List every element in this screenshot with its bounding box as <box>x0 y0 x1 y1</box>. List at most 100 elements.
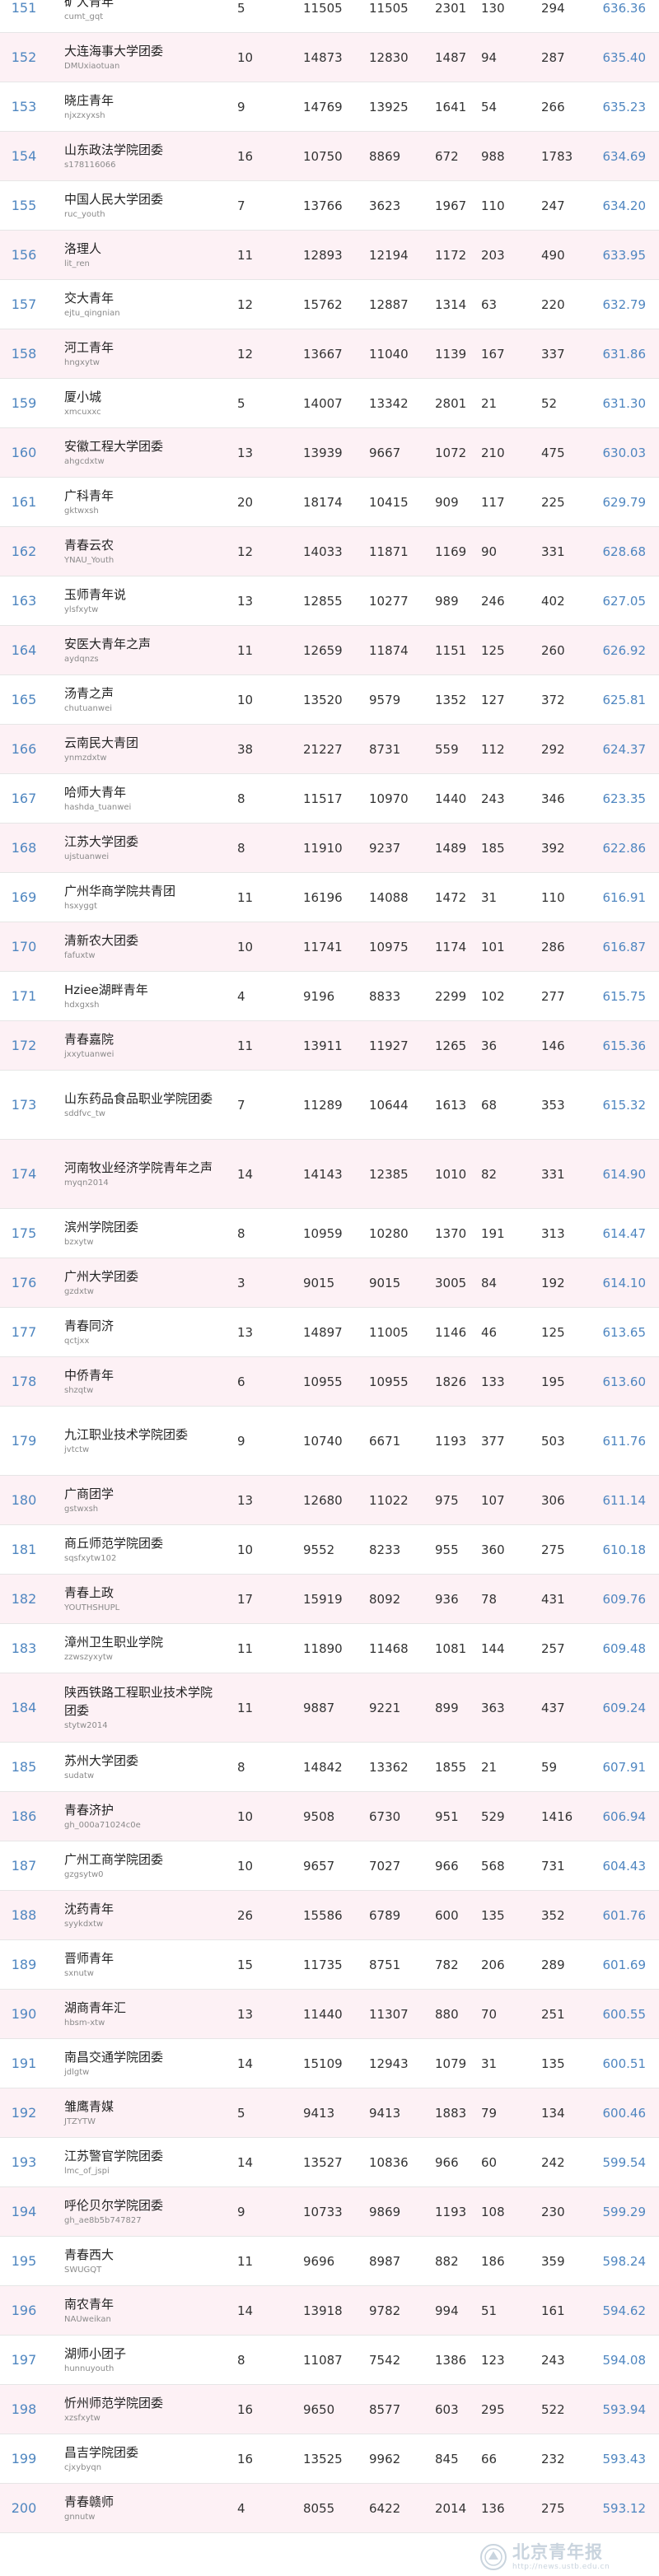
account-cell: 洛理人 lit_ren <box>64 231 213 279</box>
avg-reads-cell: 782 <box>435 1957 459 1972</box>
total-reads-cell: 21227 <box>303 741 343 757</box>
account-name: 交大青年 <box>64 291 115 306</box>
likes-cell: 108 <box>481 2204 505 2219</box>
top-reads-cell: 11505 <box>369 0 409 16</box>
posts-cell: 5 <box>237 395 245 411</box>
rank-cell: 167 <box>11 791 37 806</box>
rank-cell: 154 <box>11 148 37 164</box>
account-id: hashda_tuanwei <box>64 803 132 812</box>
watching-cell: 331 <box>541 544 565 559</box>
likes-cell: 125 <box>481 642 505 658</box>
account-id: hngxytw <box>64 358 100 367</box>
table-row: 167 哈师大青年 hashda_tuanwei 8 11517 10970 1440 243… <box>0 774 659 824</box>
posts-cell: 13 <box>237 1492 254 1508</box>
rank-cell: 163 <box>11 593 37 609</box>
table-row: 158 河工青年 hngxytw 12 13667 11040 1139 167 337 631.… <box>0 329 659 379</box>
rank-cell: 152 <box>11 49 37 65</box>
watching-cell: 359 <box>541 2253 565 2269</box>
total-reads-cell: 10955 <box>303 1374 343 1389</box>
score-cell: 609.48 <box>602 1640 647 1656</box>
avg-reads-cell: 880 <box>435 2006 459 2022</box>
rank-cell: 181 <box>11 1542 37 1557</box>
likes-cell: 185 <box>481 840 505 856</box>
avg-reads-cell: 559 <box>435 741 459 757</box>
account-id: SWUGQT <box>64 2266 102 2275</box>
watching-cell: 352 <box>541 1907 565 1923</box>
top-reads-cell: 8833 <box>369 988 401 1004</box>
score-cell: 614.47 <box>602 1225 647 1241</box>
score-cell: 609.24 <box>602 1700 647 1715</box>
likes-cell: 36 <box>481 1038 498 1053</box>
score-cell: 610.18 <box>602 1542 647 1557</box>
watching-cell: 266 <box>541 99 565 114</box>
top-reads-cell: 11307 <box>369 2006 409 2022</box>
top-reads-cell: 9782 <box>369 2303 401 2318</box>
posts-cell: 10 <box>237 49 254 65</box>
account-name: 青春云农 <box>64 538 115 553</box>
watching-cell: 230 <box>541 2204 565 2219</box>
posts-cell: 16 <box>237 2451 254 2466</box>
account-cell: 清新农大团委 fafuxtw <box>64 922 213 971</box>
posts-cell: 5 <box>237 0 245 16</box>
top-reads-cell: 10970 <box>369 791 409 806</box>
table-row: 184 陕西铁路工程职业技术学院团委 stytw2014 11 9887 9221 899 3… <box>0 1673 659 1743</box>
score-cell: 635.23 <box>602 99 647 114</box>
watching-cell: 232 <box>541 2451 565 2466</box>
posts-cell: 4 <box>237 2500 245 2516</box>
score-cell: 630.03 <box>602 445 647 460</box>
top-reads-cell: 11874 <box>369 642 409 658</box>
top-reads-cell: 12943 <box>369 2056 409 2071</box>
score-cell: 635.40 <box>602 49 647 65</box>
watching-cell: 260 <box>541 642 565 658</box>
rank-cell: 185 <box>11 1759 37 1775</box>
top-reads-cell: 3623 <box>369 198 401 213</box>
posts-cell: 9 <box>237 1433 245 1449</box>
avg-reads-cell: 1472 <box>435 889 467 905</box>
table-row: 154 山东政法学院团委 s178116066 16 10750 8869 672 988 17… <box>0 132 659 181</box>
score-cell: 598.24 <box>602 2253 647 2269</box>
account-id: jxxytuanwei <box>64 1050 115 1059</box>
total-reads-cell: 12659 <box>303 642 343 658</box>
account-name: 商丘师范学院团委 <box>64 1536 164 1551</box>
likes-cell: 79 <box>481 2105 498 2121</box>
posts-cell: 14 <box>237 1166 254 1182</box>
top-reads-cell: 10975 <box>369 939 409 954</box>
account-name: 清新农大团委 <box>64 933 139 948</box>
account-name: 河南牧业经济学院青年之声 <box>64 1160 213 1175</box>
total-reads-cell: 9552 <box>303 1542 335 1557</box>
account-id: zzwszyxytw <box>64 1653 113 1662</box>
account-name: 山东政法学院团委 <box>64 142 164 157</box>
table-row: 193 江苏警官学院团委 lmc_of_jspi 14 13527 10836 966 60 2… <box>0 2138 659 2187</box>
avg-reads-cell: 975 <box>435 1492 459 1508</box>
total-reads-cell: 11440 <box>303 2006 343 2022</box>
score-cell: 624.37 <box>602 741 647 757</box>
watching-cell: 225 <box>541 494 565 510</box>
avg-reads-cell: 1169 <box>435 544 467 559</box>
table-row: 185 苏州大学团委 sudatw 8 14842 13362 1855 21 59 607.91 <box>0 1743 659 1792</box>
likes-cell: 54 <box>481 99 498 114</box>
likes-cell: 70 <box>481 2006 498 2022</box>
posts-cell: 12 <box>237 544 254 559</box>
account-name: 青春赣师 <box>64 2494 115 2509</box>
score-cell: 614.10 <box>602 1275 647 1290</box>
likes-cell: 51 <box>481 2303 498 2318</box>
avg-reads-cell: 1314 <box>435 296 467 312</box>
posts-cell: 9 <box>237 99 245 114</box>
posts-cell: 8 <box>237 1225 245 1241</box>
top-reads-cell: 9221 <box>369 1700 401 1715</box>
total-reads-cell: 11505 <box>303 0 343 16</box>
top-reads-cell: 9869 <box>369 2204 401 2219</box>
score-cell: 613.60 <box>602 1374 647 1389</box>
rank-cell: 183 <box>11 1640 37 1656</box>
avg-reads-cell: 2301 <box>435 0 467 16</box>
posts-cell: 11 <box>237 642 254 658</box>
avg-reads-cell: 1072 <box>435 445 467 460</box>
avg-reads-cell: 3005 <box>435 1275 467 1290</box>
avg-reads-cell: 994 <box>435 2303 459 2318</box>
posts-cell: 8 <box>237 1759 245 1775</box>
score-cell: 634.20 <box>602 198 647 213</box>
total-reads-cell: 11517 <box>303 791 343 806</box>
score-cell: 627.05 <box>602 593 647 609</box>
rank-cell: 200 <box>11 2500 37 2516</box>
rank-cell: 178 <box>11 1374 37 1389</box>
